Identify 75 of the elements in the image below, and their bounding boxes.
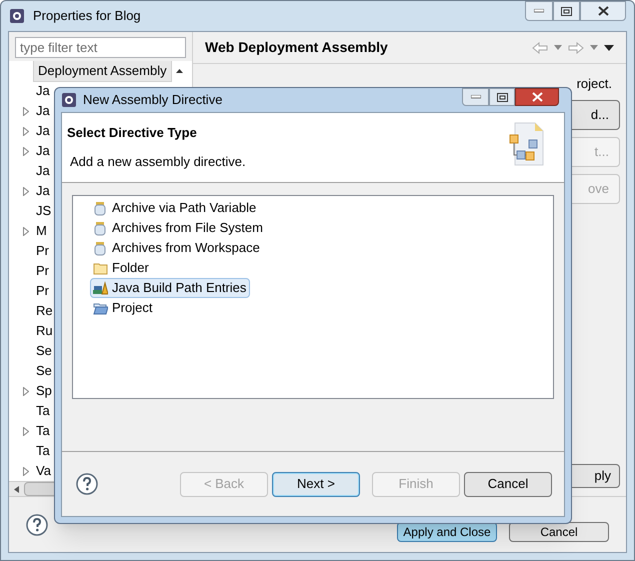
list-item[interactable]: Java Build Path Entries <box>90 278 250 298</box>
tree-item[interactable]: Pr <box>36 261 49 281</box>
dialog-description: Add a new assembly directive. <box>69 152 246 171</box>
dropdown-icon[interactable] <box>590 45 598 50</box>
list-item[interactable]: Folder <box>90 258 153 278</box>
directive-wizard-icon <box>509 121 545 167</box>
dialog-heading: Select Directive Type <box>67 124 198 142</box>
expand-arrow-icon[interactable] <box>23 186 29 196</box>
list-item[interactable]: Project <box>90 298 156 318</box>
tree-item[interactable]: Ja <box>36 181 50 201</box>
expand-arrow-icon[interactable] <box>23 146 29 156</box>
expand-arrow-icon[interactable] <box>23 466 29 476</box>
list-item[interactable]: Archives from File System <box>90 218 267 238</box>
scroll-left-icon <box>14 486 19 492</box>
help-icon[interactable] <box>76 473 98 495</box>
tree-item[interactable]: Ja <box>36 81 50 101</box>
tree-item[interactable]: Deployment Assembly <box>33 61 172 82</box>
app-icon <box>9 8 25 24</box>
tree-item[interactable]: Ja <box>36 121 50 141</box>
tree-item[interactable]: M <box>36 221 47 241</box>
tree-item[interactable]: Ta <box>36 441 50 461</box>
expand-arrow-icon[interactable] <box>23 386 29 396</box>
restore-icon <box>496 92 508 102</box>
tree-item[interactable]: JS <box>36 201 52 221</box>
page-description: roject. <box>576 75 612 93</box>
restore-icon <box>561 6 572 16</box>
minimize-button[interactable] <box>462 88 489 106</box>
close-button[interactable] <box>580 1 626 21</box>
list-item[interactable]: Archives from Workspace <box>90 238 264 258</box>
expand-arrow-icon[interactable] <box>23 226 29 236</box>
tree-item[interactable]: Se <box>36 341 52 361</box>
tree-item[interactable]: Pr <box>36 241 49 261</box>
window-title: Properties for Blog <box>33 7 141 26</box>
app-icon <box>61 92 77 108</box>
close-icon <box>598 6 608 16</box>
tree-item[interactable]: Re <box>36 301 53 321</box>
maximize-button[interactable] <box>489 88 515 106</box>
minimize-button[interactable] <box>525 1 553 21</box>
tree-item[interactable]: Ta <box>36 401 50 421</box>
tree-item[interactable]: Ta <box>36 421 50 441</box>
tree-item[interactable]: Sp <box>36 381 52 401</box>
page-title: Web Deployment Assembly <box>205 38 388 57</box>
forward-arrow-icon[interactable] <box>568 42 584 54</box>
tree-item[interactable]: Se <box>36 361 52 381</box>
expand-arrow-icon[interactable] <box>23 126 29 136</box>
close-button[interactable] <box>515 88 559 106</box>
list-item[interactable]: Archive via Path Variable <box>90 198 260 218</box>
expand-arrow-icon[interactable] <box>23 426 29 436</box>
tree-item[interactable]: Ja <box>36 101 50 121</box>
tree-item[interactable]: Ja <box>36 161 50 181</box>
wizard-button[interactable]: Cancel <box>464 472 552 496</box>
menu-icon[interactable] <box>604 44 614 50</box>
maximize-button[interactable] <box>553 1 580 21</box>
back-arrow-icon[interactable] <box>532 42 548 54</box>
jar-icon <box>93 220 108 236</box>
filter-field[interactable]: type filter text <box>15 37 186 58</box>
expand-arrow-icon[interactable] <box>23 106 29 116</box>
dropdown-icon[interactable] <box>554 45 562 50</box>
jar-icon <box>93 240 108 256</box>
dialog-title: New Assembly Directive <box>83 91 222 110</box>
minimize-icon <box>470 95 480 99</box>
wizard-button[interactable]: Next > <box>272 472 360 496</box>
help-icon[interactable] <box>26 514 48 536</box>
tree-item[interactable]: Ru <box>36 321 53 341</box>
close-icon <box>532 92 542 102</box>
minimize-icon <box>534 9 544 13</box>
tree-item[interactable]: Va <box>36 461 51 481</box>
dialog-button[interactable]: Cancel <box>509 522 609 542</box>
tree-item[interactable]: Ja <box>36 141 50 161</box>
tree-item[interactable]: Pr <box>36 281 49 301</box>
jar-icon <box>93 200 108 216</box>
scroll-up-icon[interactable] <box>176 69 184 73</box>
folder-icon <box>93 260 108 276</box>
book-stack-icon <box>93 280 108 296</box>
open-folder-icon <box>93 300 108 316</box>
